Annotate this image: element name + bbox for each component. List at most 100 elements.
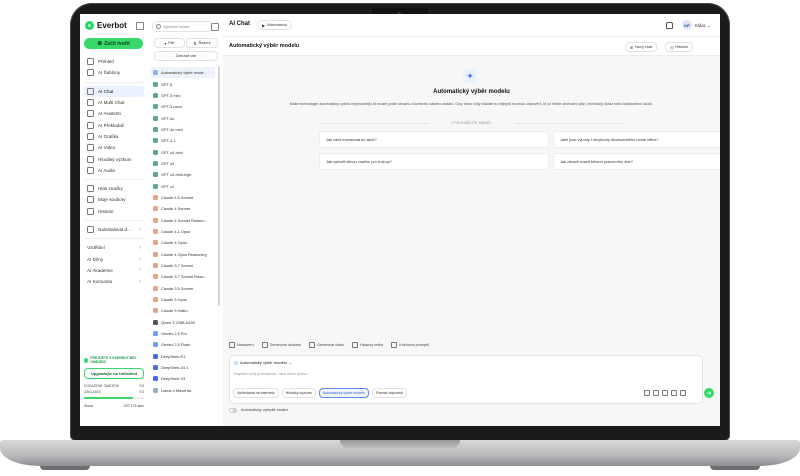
model-search-input[interactable]: Vyhledat model [152,21,213,32]
image-icon [87,132,94,140]
suggestion-card[interactable]: Jak vytvořit silnou značku pro e-shop? [319,153,549,170]
tool-button[interactable]: Knihovna promptů [391,342,429,348]
model-item[interactable]: GPT-4.1 [151,135,215,146]
model-item[interactable]: Claude 4 Opus [151,237,215,248]
model-item[interactable]: GPT o3-mini-high [151,169,215,180]
message-input[interactable]: Napište svůj požadavek, úkol nebo dotaz.… [234,371,310,376]
model-item[interactable]: GPT-5 [151,78,215,89]
model-item[interactable]: Qwen 3 235B A22B [151,317,215,328]
model-item[interactable]: Claude 3 Haiku [151,305,215,316]
model-item[interactable]: Automatický výběr mode... [151,67,215,79]
model-item[interactable]: DeepSeek-V3.1 [151,362,215,373]
sidebar-item[interactable]: Hloubký výzkum [84,153,144,164]
message-composer[interactable]: Automatický výběr modelu ⌄ Napište svůj … [229,355,703,404]
model-item[interactable]: Claude 4 Sonnet [151,203,215,214]
model-logo-icon [153,217,158,223]
new-chat-button[interactable]: ⊕ Nový chat [625,42,658,52]
model-item[interactable]: GPT o4-mini [151,146,215,157]
upgrade-button[interactable]: Upgradujte na Unlimited [84,368,144,379]
sidebar-item[interactable]: Historie [84,206,144,217]
send-button[interactable]: ➜ [704,388,714,398]
model-item[interactable]: GPT-5 mini [151,90,215,101]
model-item[interactable]: Claude 4.5 Sonnet [151,192,215,203]
model-item[interactable]: GPT o3 [151,158,215,169]
sidebar-group[interactable]: AI Akademie › [84,265,144,276]
brand-logo[interactable]: e Everbot [85,21,127,30]
model-item[interactable]: DeepSeek-R1 [151,351,215,362]
folder-icon[interactable] [653,390,659,396]
suggestion-card[interactable]: Jaké jsou výhody i nevýhody dlouhodobého… [553,131,720,148]
chevron-right-icon: › [139,226,141,233]
sidebar-item[interactable]: AI Audio [84,165,144,176]
composer-model-select[interactable]: Automatický výběr modelu ⌄ [234,360,292,365]
sidebar-item[interactable]: Moje soubory [84,194,144,205]
avatar[interactable]: KP [682,20,692,30]
sidebar-item[interactable]: Nainstalovat d... › [84,224,144,235]
suggestion-card[interactable]: Jak zdravě svačit během pracovního dne? [553,153,720,170]
model-item[interactable]: Claude 3.7 Sonnet [151,260,215,271]
tool-button[interactable]: Generovat obrázek [261,342,301,348]
model-logo-icon [153,81,158,87]
start-creating-button[interactable]: ⊕ Začít tvořit [84,38,143,49]
usage-row: ZÁKLADNÍ 0/3 [84,390,144,394]
tool-button[interactable]: Nastavení [229,342,254,348]
model-item-label: DeepSeek-V3.1 [161,365,189,371]
model-item[interactable]: Claude 4 Opus Reasoning [151,249,215,260]
show-all-button[interactable]: Zobrazit vše [154,51,218,61]
model-item[interactable]: DeepSeek-V3 [151,373,215,384]
panel-toggle-icon[interactable] [211,23,219,31]
camera-icon[interactable] [662,390,668,396]
model-item[interactable]: Claude 4.1 Opus [151,226,215,237]
sidebar-group[interactable]: AI Komunita › [84,276,144,287]
model-item[interactable]: GPT o1 [151,180,215,191]
sidebar-item[interactable]: AI Chat [84,85,144,97]
history-button[interactable]: ◷ Historie [665,42,694,52]
sidebar-item[interactable]: AI Video [84,142,144,153]
model-list-scrollbar[interactable] [218,66,220,306]
tool-label: Generovat video [316,343,345,347]
composer-option[interactable]: Vyhledávat na internetu [233,388,279,398]
expand-icon[interactable] [680,390,686,396]
model-item[interactable]: Claude 3 Opus [151,294,215,305]
sidebar-item[interactable]: AI Multi Chat [84,97,144,108]
model-item[interactable]: Gemini 2.5 Pro [151,328,215,339]
sidebar-item[interactable]: AI Překladač [84,119,144,130]
suggestion-card[interactable]: Jak začít investovat do akcií? [319,131,549,148]
sidebar-item-label: Hloubký výzkum [98,156,132,162]
model-item[interactable]: GPT-4o mini [151,124,215,135]
composer-option[interactable]: Formát odpovědi [371,388,407,398]
model-item[interactable]: Gemini 2.5 Flash [151,339,215,350]
composer-option[interactable]: Hloubký výzkum [281,388,316,398]
model-item[interactable]: Llama 4 Maverick [151,385,215,396]
tool-button[interactable]: Generovat video [308,342,345,348]
collapse-sidebar-icon[interactable] [136,22,144,30]
mic-icon[interactable] [671,390,677,396]
sidebar-item[interactable]: Přehled [84,56,144,67]
model-item[interactable]: GPT-5 nano [151,101,215,112]
model-item[interactable]: Claude 3.7 Sonnet Reas... [151,271,215,282]
sidebar-group[interactable]: Vzdělání › [84,242,144,253]
composer-option[interactable]: Automatický výběr modelu [318,388,369,398]
bell-icon[interactable] [666,22,673,29]
auto-improve-toggle[interactable] [229,408,237,413]
model-item-label: Llama 4 Maverick [161,387,192,393]
divider [84,81,144,83]
video-guide-button[interactable]: ▶ Videonávod [257,20,292,30]
user-name[interactable]: Klára ⌄ [695,23,711,29]
attach-icon[interactable] [644,390,650,396]
sidebar-group[interactable]: AI Dílny › [84,253,144,264]
divider [514,123,624,124]
model-item-label: Claude 4 Opus Reasoning [161,251,207,257]
sidebar-item[interactable]: Hlas značky [84,183,144,194]
model-item[interactable]: Claude 4 Sonnet Reason... [151,214,215,225]
filter-button[interactable]: ▾ Filtr [154,38,185,48]
tool-button[interactable]: Hlasový režim [352,342,383,348]
model-item[interactable]: Claude 3.5 Sonnet [151,283,215,294]
sidebar-item[interactable]: AI Šablony [84,67,144,78]
tools-row: Nastavení Generovat obrázek Generovat vide… [229,342,437,348]
sidebar-item[interactable]: AI Asistenti [84,108,144,119]
sidebar-item[interactable]: AI Grafika [84,131,144,142]
sort-button[interactable]: ⇅ Řazení [186,38,218,48]
model-item[interactable]: GPT-4o [151,112,215,123]
model-item-label: GPT-4.1 [161,138,176,144]
